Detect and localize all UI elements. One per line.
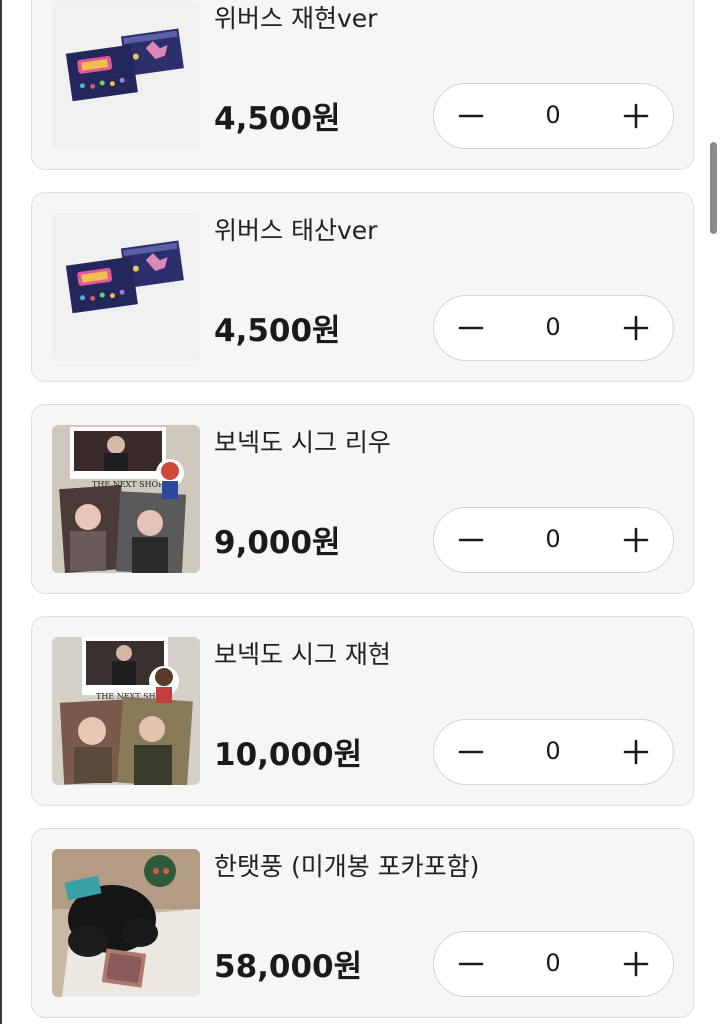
product-image: THE NEXT SHOP — [52, 637, 200, 785]
product-card: 위버스 태산ver 4,500원 0 — [31, 192, 694, 382]
quantity-value[interactable]: 0 — [514, 296, 592, 359]
quantity-value[interactable]: 0 — [514, 84, 592, 147]
increase-quantity-button[interactable] — [601, 296, 671, 359]
product-price: 9,000원 — [214, 525, 341, 561]
quantity-value[interactable]: 0 — [514, 508, 592, 571]
product-name: 보넥도 시그 리우 — [214, 428, 391, 457]
decrease-quantity-button[interactable] — [436, 296, 506, 359]
quantity-stepper: 0 — [433, 295, 674, 361]
product-list-page: 위버스 재현ver 4,500원 0 위버스 태산ver 4,500원 0 TH… — [0, 0, 724, 1024]
quantity-stepper: 0 — [433, 507, 674, 573]
plus-icon — [623, 103, 649, 128]
plus-icon — [623, 951, 649, 976]
minus-icon — [458, 538, 484, 541]
product-image — [52, 1, 200, 149]
product-name: 한탯풍 (미개봉 포카포함) — [214, 852, 480, 881]
quantity-stepper: 0 — [433, 931, 674, 997]
quantity-value[interactable]: 0 — [514, 932, 592, 995]
plus-icon — [623, 527, 649, 552]
product-name: 보넥도 시그 재현 — [214, 640, 391, 669]
quantity-stepper: 0 — [433, 719, 674, 785]
minus-icon — [458, 114, 484, 117]
product-price: 4,500원 — [214, 101, 341, 137]
increase-quantity-button[interactable] — [601, 720, 671, 783]
decrease-quantity-button[interactable] — [436, 720, 506, 783]
product-image: THE NEXT SHOP — [52, 425, 200, 573]
product-card: 위버스 재현ver 4,500원 0 — [31, 0, 694, 170]
quantity-value[interactable]: 0 — [514, 720, 592, 783]
product-image — [52, 213, 200, 361]
window-edge — [0, 0, 2, 1024]
product-price: 10,000원 — [214, 737, 363, 773]
increase-quantity-button[interactable] — [601, 84, 671, 147]
increase-quantity-button[interactable] — [601, 932, 671, 995]
decrease-quantity-button[interactable] — [436, 508, 506, 571]
product-name: 위버스 재현ver — [214, 4, 378, 33]
product-price: 4,500원 — [214, 313, 341, 349]
plus-icon — [623, 739, 649, 764]
product-image — [52, 849, 200, 997]
minus-icon — [458, 962, 484, 965]
plus-icon — [623, 315, 649, 340]
product-card: 한탯풍 (미개봉 포카포함) 58,000원 0 — [31, 828, 694, 1018]
product-list: 위버스 재현ver 4,500원 0 위버스 태산ver 4,500원 0 TH… — [31, 0, 694, 1024]
vertical-scrollbar[interactable] — [710, 142, 717, 234]
decrease-quantity-button[interactable] — [436, 932, 506, 995]
minus-icon — [458, 750, 484, 753]
minus-icon — [458, 326, 484, 329]
product-price: 58,000원 — [214, 949, 363, 985]
quantity-stepper: 0 — [433, 83, 674, 149]
decrease-quantity-button[interactable] — [436, 84, 506, 147]
increase-quantity-button[interactable] — [601, 508, 671, 571]
product-card: THE NEXT SHOP 보넥도 시그 재현 10,000원 0 — [31, 616, 694, 806]
product-card: THE NEXT SHOP 보넥도 시그 리우 9,000원 0 — [31, 404, 694, 594]
product-name: 위버스 태산ver — [214, 216, 378, 245]
